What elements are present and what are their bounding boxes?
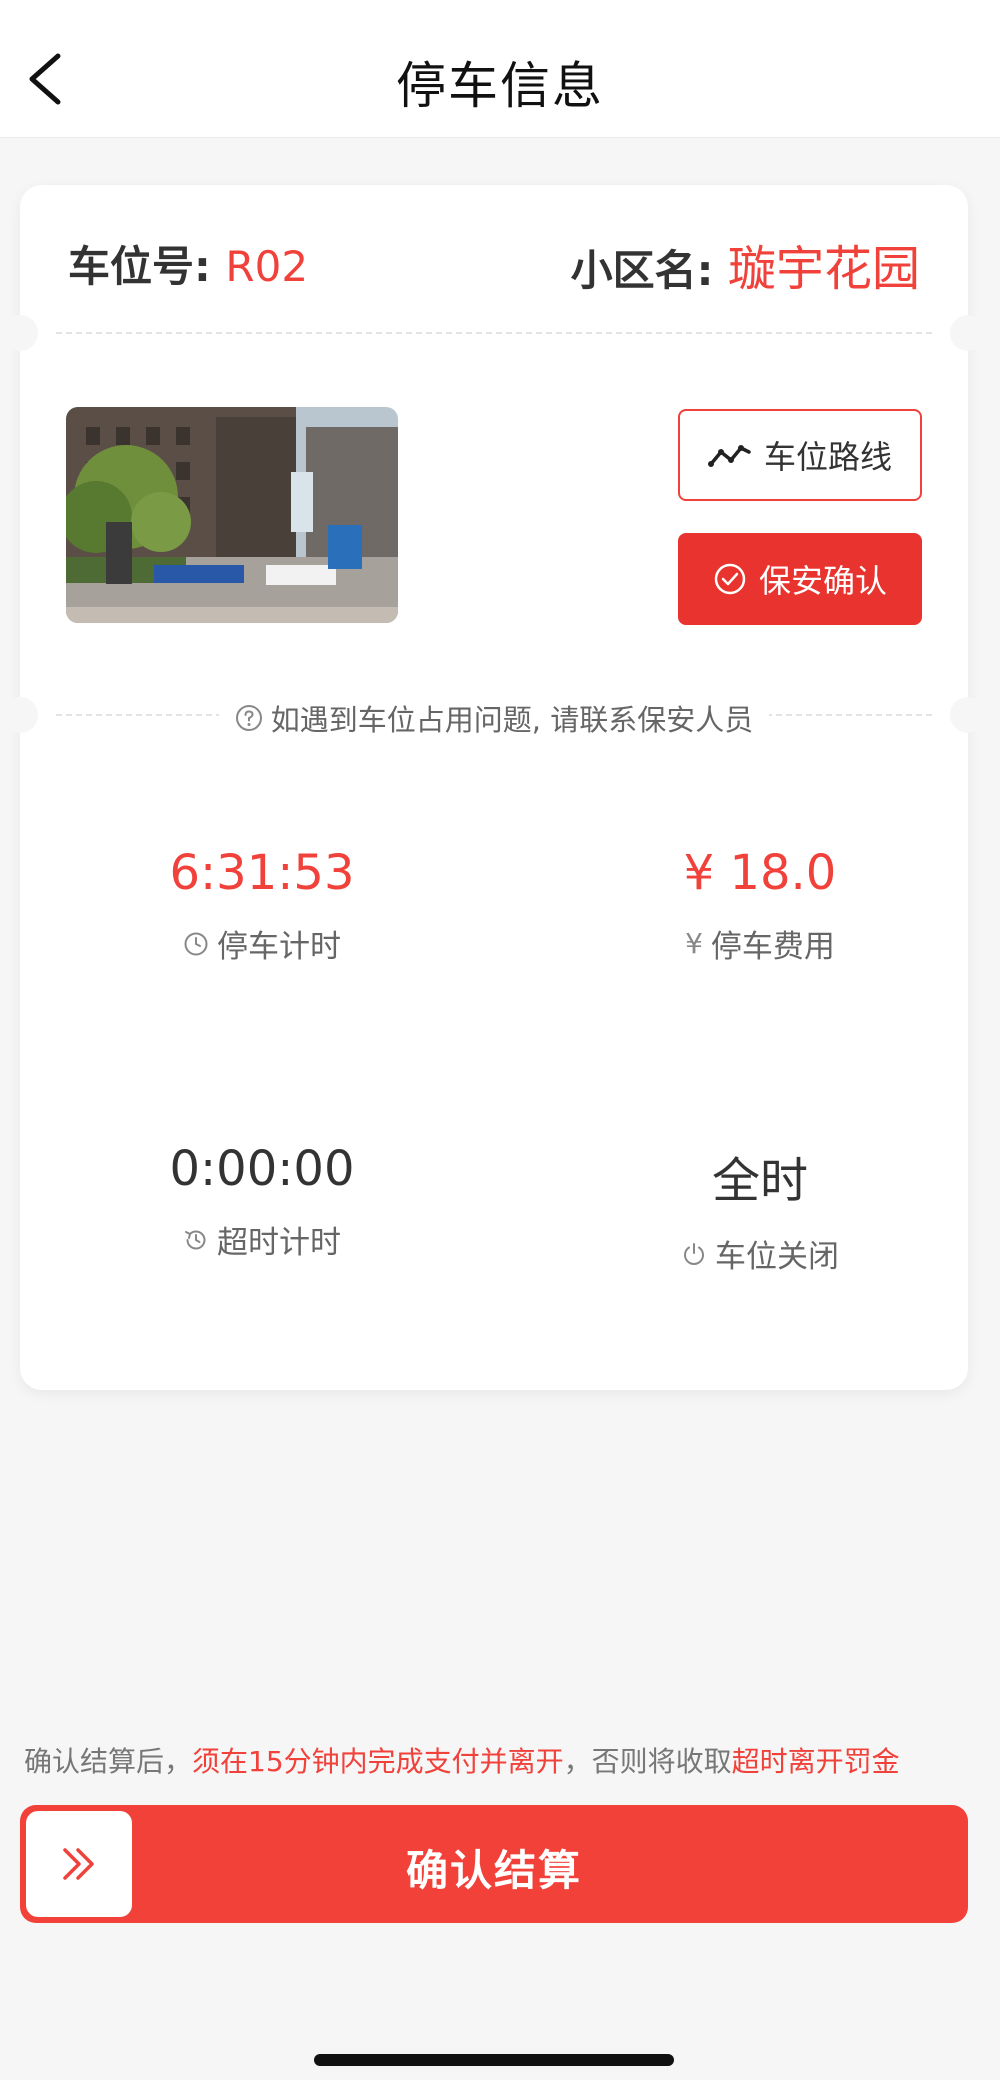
home-indicator [314,2054,674,2066]
spot-number: 车位号: R02 [68,233,308,294]
help-tip-text: 如遇到车位占用问题, 请联系保安人员 [270,703,754,737]
question-circle-icon [235,705,262,731]
clock-icon [184,932,208,955]
parking-fee-value: ¥ 18.0 [683,845,837,901]
overtime-timer-value: 0:00:00 [169,1141,355,1197]
page-title: 停车信息 [396,57,604,115]
help-tip: 如遇到车位占用问题, 请联系保安人员 [20,697,968,739]
nav-bar: 停车信息 [0,0,1000,138]
parking-fee: ¥ 18.0 ¥ 停车费用 [560,845,960,966]
power-icon [684,1242,704,1265]
notice-highlight: 须在15分钟内完成支付并离开 [192,1745,564,1778]
parking-info-card: 车位号: R02 小区名: 璇宇花园 车位路线 保安确认 如遇到车位占用问题, … [2,185,986,1390]
overtime-timer-label: 超时计时 [217,1225,341,1261]
spot-hours-value: 全时 [711,1153,808,1209]
notice-text: ，否则将收取 [563,1745,732,1778]
guard-confirm-label: 保安确认 [758,562,887,600]
notice-text: 确认结算后， [24,1745,193,1778]
route-icon [707,445,751,467]
card-notch [950,315,986,351]
parking-fee-label: 停车费用 [710,929,835,965]
guard-confirm-button[interactable]: 保安确认 [678,533,922,625]
community-name-label: 小区名: [570,246,714,295]
spot-hours-label: 车位关闭 [715,1239,839,1275]
yen-icon: ¥ [685,927,703,960]
spot-route-button[interactable]: 车位路线 [678,409,922,501]
spot-number-value: R02 [225,242,309,291]
overtime-timer: 0:00:00 超时计时 [62,1141,462,1262]
check-circle-icon [714,563,746,595]
spot-number-label: 车位号: [68,242,211,291]
confirm-settlement-button[interactable]: 确认结算 [20,1805,968,1923]
spot-hours: 全时 车位关闭 [560,1141,960,1276]
notice-highlight: 超时离开罚金 [731,1745,900,1778]
card-notch [2,315,38,351]
settlement-notice: 确认结算后，须在15分钟内完成支付并离开，否则将收取超时离开罚金 [24,1740,900,1780]
history-clock-icon [185,1230,206,1249]
spot-route-label: 车位路线 [763,438,892,476]
community-name: 小区名: 璇宇花园 [571,229,920,299]
parking-timer-label: 停车计时 [217,929,341,965]
parking-lot-photo[interactable] [66,407,398,623]
community-name-value: 璇宇花园 [727,241,920,297]
confirm-settlement-label: 确认结算 [405,1846,582,1895]
parking-timer-value: 6:31:53 [169,845,355,901]
divider [56,332,932,334]
parking-timer: 6:31:53 停车计时 [62,845,462,966]
